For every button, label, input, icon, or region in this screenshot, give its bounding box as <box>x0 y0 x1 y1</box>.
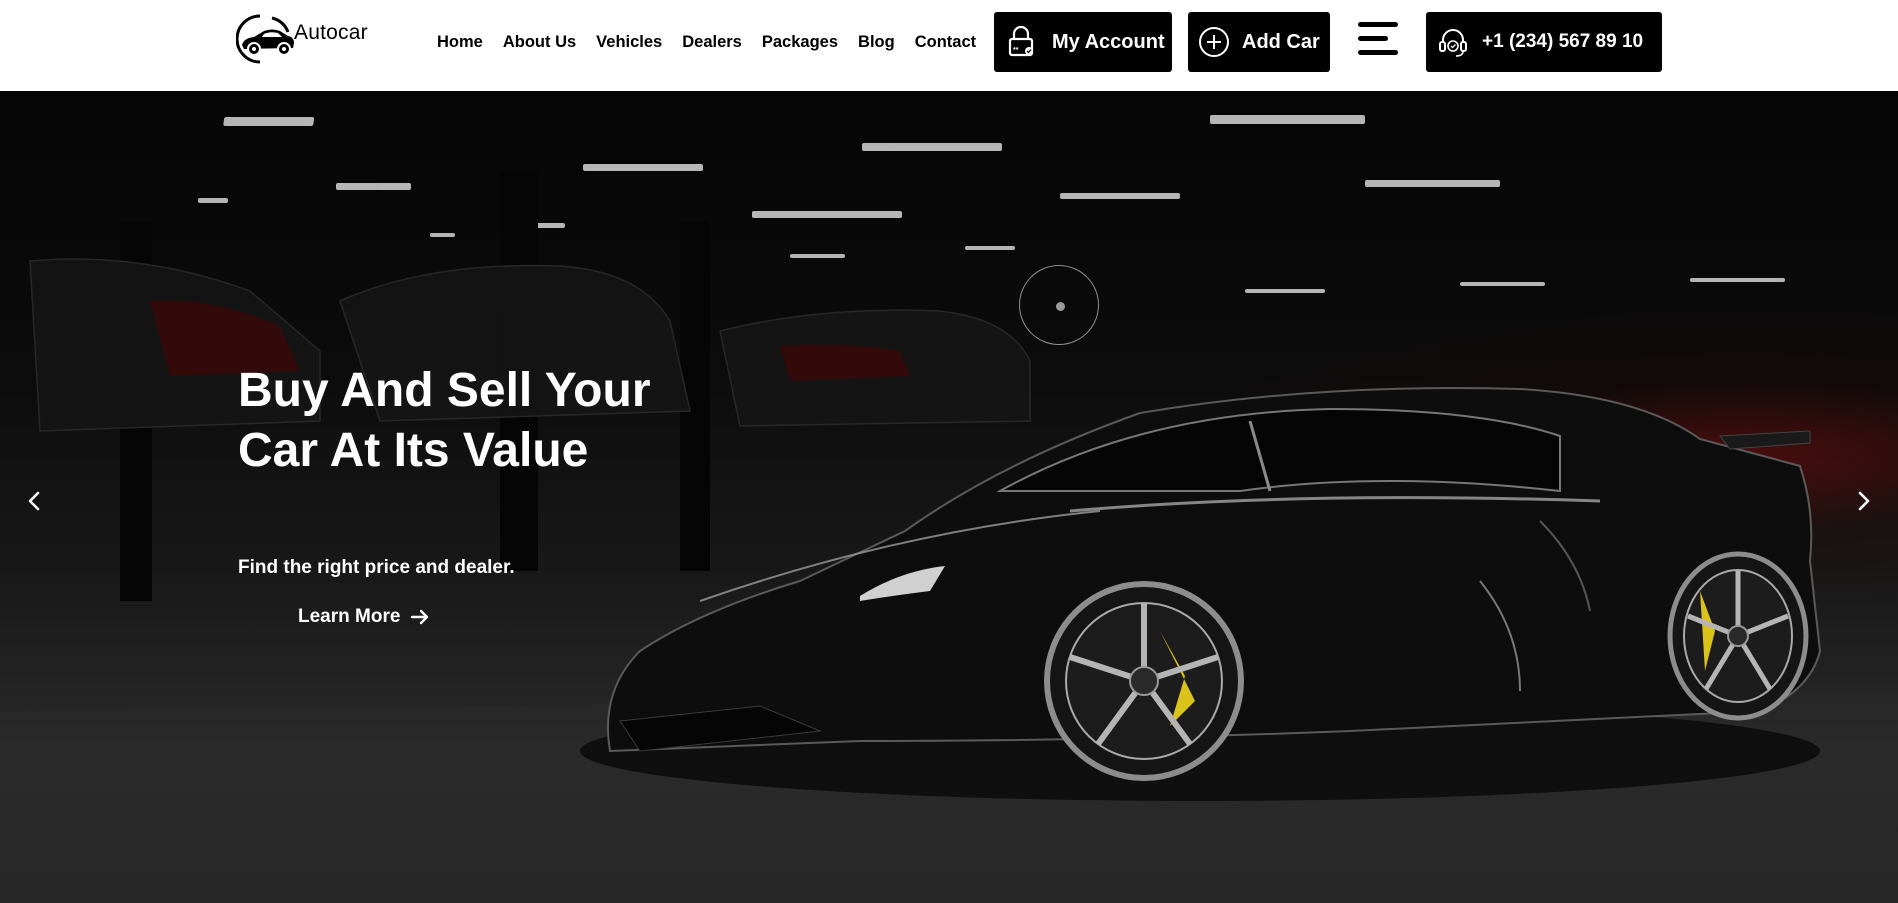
learn-more-button[interactable]: Learn More <box>298 606 430 628</box>
nav-vehicles[interactable]: Vehicles <box>596 33 662 52</box>
chevron-left-icon[interactable] <box>20 486 50 516</box>
car-logo-icon <box>236 14 294 64</box>
add-car-label: Add Car <box>1242 30 1320 53</box>
nav-contact[interactable]: Contact <box>915 33 976 52</box>
hero-subtitle: Find the right price and dealer. <box>238 557 515 578</box>
learn-more-label: Learn More <box>298 606 401 627</box>
hero-title-line-2: Car At Its Value <box>238 424 589 477</box>
hero-title-line-1: Buy And Sell Your <box>238 364 651 417</box>
lock-icon: ** <box>1008 25 1034 57</box>
nav-packages[interactable]: Packages <box>762 33 838 52</box>
arrow-right-icon <box>411 609 429 625</box>
nav-about-us[interactable]: About Us <box>503 33 576 52</box>
brand-logo[interactable]: Autocar <box>236 12 368 66</box>
headset-icon <box>1439 29 1467 57</box>
phone-number: +1 (234) 567 89 10 <box>1482 31 1644 52</box>
my-account-button[interactable]: ** My Account <box>994 12 1172 72</box>
hero-title: Buy And Sell Your Car At Its Value <box>238 361 758 481</box>
nav-home[interactable]: Home <box>437 33 483 52</box>
nav-blog[interactable]: Blog <box>858 33 895 52</box>
hero-background-image <box>0 115 1898 903</box>
chevron-right-icon[interactable] <box>1848 486 1878 516</box>
my-account-label: My Account <box>1052 30 1165 53</box>
front-wheel <box>1044 581 1244 781</box>
site-header: Autocar Home About Us Vehicles Dealers P… <box>0 0 1898 91</box>
plus-circle-icon <box>1199 27 1229 57</box>
main-nav: Home About Us Vehicles Dealers Packages … <box>437 33 996 52</box>
brand-name: Autocar <box>294 21 368 44</box>
rear-wheel <box>1667 551 1809 721</box>
play-circle-icon[interactable] <box>1019 265 1099 345</box>
svg-text:**: ** <box>1013 47 1019 54</box>
add-car-button[interactable]: Add Car <box>1188 12 1330 72</box>
hamburger-menu-icon[interactable] <box>1358 22 1398 56</box>
hero-slider: Buy And Sell Your Car At Its Value Find … <box>0 91 1898 903</box>
nav-dealers[interactable]: Dealers <box>682 33 742 52</box>
phone-button[interactable]: +1 (234) 567 89 10 <box>1426 12 1662 72</box>
